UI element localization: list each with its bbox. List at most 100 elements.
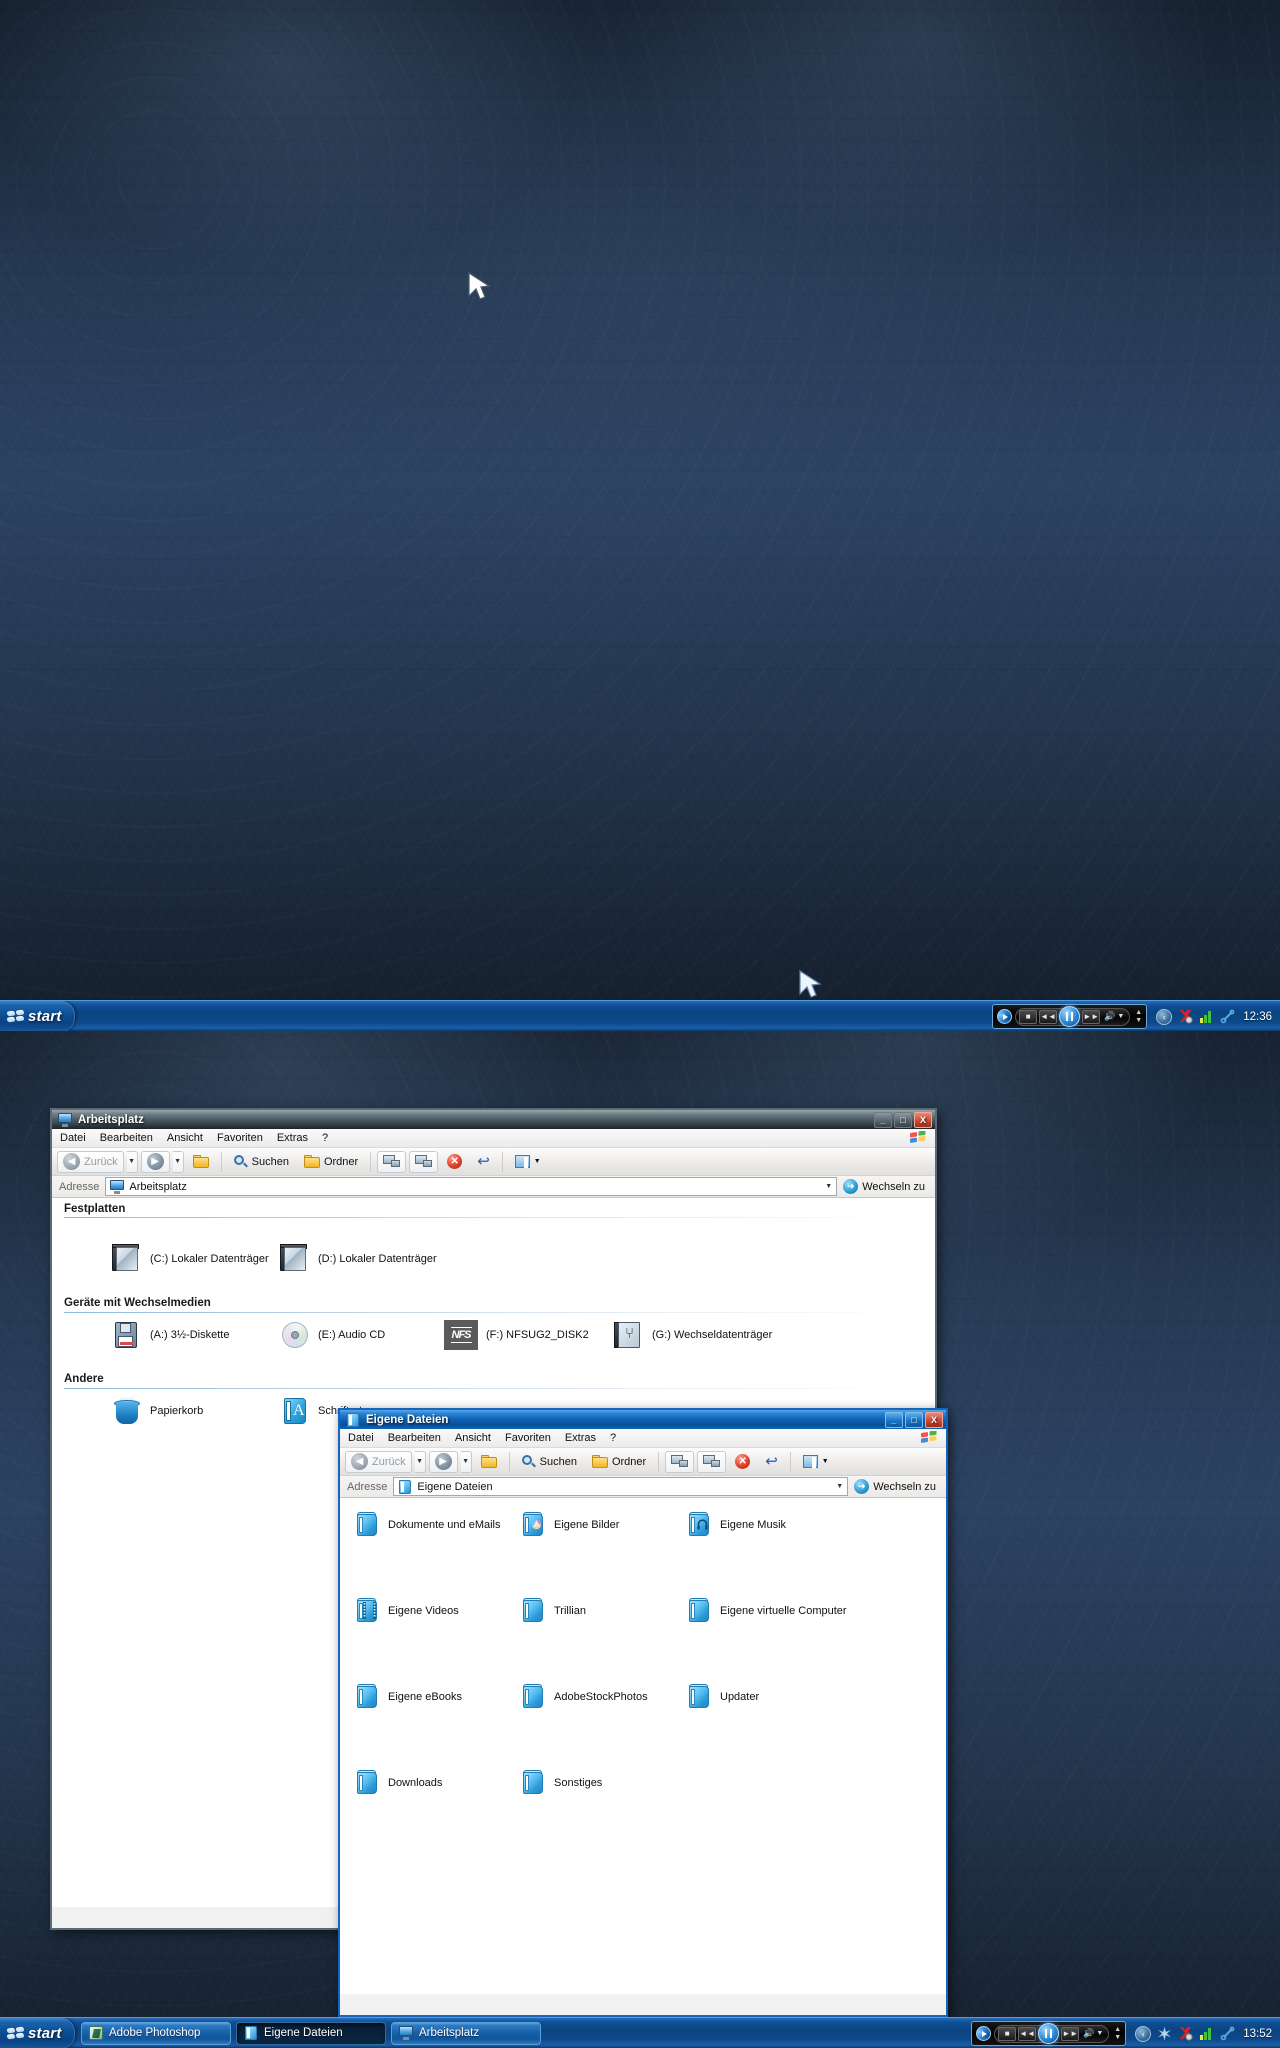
folder-item-eigene-videos[interactable]: Eigene Videos (354, 1598, 459, 1624)
titlebar-arbeitsplatz[interactable]: Arbeitsplatz _ □ X (52, 1108, 935, 1129)
maximize-button-arbeitsplatz[interactable]: □ (894, 1111, 912, 1128)
taskbar-top[interactable]: start ■ ◄◄ ►► 🔊 ▼ ▲ ▼ ‹ 12:36 (0, 1000, 1280, 1031)
wmp-toolbar-bottom[interactable]: ■ ◄◄ ►► 🔊 ▼ ▲ ▼ (971, 2021, 1127, 2046)
up-button-arbeitsplatz[interactable] (187, 1151, 215, 1173)
address-dropdown-chevron-icon[interactable]: ▼ (825, 1183, 832, 1190)
menubar-arbeitsplatz[interactable]: Datei Bearbeiten Ansicht Favoriten Extra… (52, 1129, 935, 1148)
show-hidden-icons-button-top[interactable]: ‹ (1156, 1008, 1173, 1025)
back-button-arbeitsplatz[interactable]: ◀ Zurück (57, 1150, 124, 1173)
minimize-button-arbeitsplatz[interactable]: _ (874, 1111, 892, 1128)
folder-item-updater[interactable]: Updater (686, 1684, 759, 1710)
start-button-top[interactable]: start (0, 1001, 75, 1031)
transport-controls-bottom[interactable]: ■ ◄◄ ►► 🔊 ▼ (994, 2023, 1110, 2044)
network-activity-icon-bottom[interactable] (1199, 2026, 1214, 2041)
antivirus-icon-bottom[interactable] (1178, 2026, 1193, 2041)
next-button-bottom[interactable]: ►► (1061, 2026, 1080, 2041)
window-controls-arbeitsplatz[interactable]: _ □ X (874, 1111, 935, 1128)
folder-item-trillian[interactable]: Trillian (520, 1598, 586, 1624)
taskbar-bottom[interactable]: start Adobe Photoshop Eigene Dateien Arb… (0, 2017, 1280, 2048)
menu-item-ansicht[interactable]: Ansicht (167, 1132, 203, 1144)
item-papierkorb[interactable]: Papierkorb (112, 1396, 203, 1426)
volume-control-bottom[interactable]: 🔊 ▼ (1081, 2028, 1105, 2039)
menu-item-datei[interactable]: Datei (60, 1132, 86, 1144)
pause-button-top[interactable] (1059, 1006, 1081, 1027)
drive-item-a[interactable]: (A:) 3½-Diskette (112, 1320, 229, 1350)
forward-history-dropdown-arbeitsplatz[interactable]: ▼ (172, 1150, 184, 1173)
search-button-arbeitsplatz[interactable]: Suchen (228, 1151, 295, 1173)
toolbar-arbeitsplatz[interactable]: ◀ Zurück ▼ ▶ ▼ Suchen Ordner ✕ ↩ ▼ (52, 1148, 935, 1176)
folder-item-sonstiges[interactable]: Sonstiges (520, 1770, 602, 1796)
volume-control-top[interactable]: 🔊 ▼ (1102, 1011, 1126, 1022)
previous-button-bottom[interactable]: ◄◄ (1018, 2026, 1037, 2041)
folder-item-downloads[interactable]: Downloads (354, 1770, 442, 1796)
back-button-eigene-dateien[interactable]: ◀ Zurück (345, 1450, 412, 1473)
back-history-dropdown-arbeitsplatz[interactable]: ▼ (126, 1150, 138, 1173)
forward-history-dropdown-eigene-dateien[interactable]: ▼ (460, 1450, 472, 1473)
folder-item-eigene-bilder[interactable]: Eigene Bilder (520, 1512, 619, 1538)
up-button-eigene-dateien[interactable] (475, 1451, 503, 1473)
folders-button-eigene-dateien[interactable]: Ordner (586, 1451, 652, 1473)
content-eigene-dateien[interactable]: Dokumente und eMails Eigene Bilder Eigen… (340, 1498, 946, 1994)
folder-item-eigene-ebooks[interactable]: Eigene eBooks (354, 1684, 462, 1710)
network-activity-icon-top[interactable] (1199, 1009, 1214, 1024)
task-strip-bottom[interactable]: Adobe Photoshop Eigene Dateien Arbeitspl… (75, 2018, 968, 2048)
menu-item-favoriten[interactable]: Favoriten (217, 1132, 263, 1144)
folder-item-adobestockphotos[interactable]: AdobeStockPhotos (520, 1684, 648, 1710)
drive-item-e[interactable]: (E:) Audio CD (280, 1320, 385, 1350)
taskbar-button-arbeitsplatz[interactable]: Arbeitsplatz (391, 2021, 541, 2045)
clock-top[interactable]: 12:36 (1241, 1011, 1272, 1023)
folder-item-eigene-musik[interactable]: Eigene Musik (686, 1512, 786, 1538)
next-button-top[interactable]: ►► (1082, 1009, 1101, 1024)
titlebar-eigene-dateien[interactable]: Eigene Dateien _ □ X (340, 1408, 946, 1429)
menu-item-ansicht[interactable]: Ansicht (455, 1432, 491, 1444)
show-hidden-icons-button-bottom[interactable]: ‹ (1135, 2025, 1152, 2042)
system-tray-bottom[interactable]: ‹ 13:52 (1129, 2018, 1280, 2048)
address-input-arbeitsplatz[interactable]: Arbeitsplatz ▼ (105, 1177, 838, 1196)
menubar-eigene-dateien[interactable]: Datei Bearbeiten Ansicht Favoriten Extra… (340, 1429, 946, 1448)
toolbar-eigene-dateien[interactable]: ◀ Zurück ▼ ▶ ▼ Suchen Ordner ✕ ↩ ▼ (340, 1448, 946, 1476)
bluetooth-icon-bottom[interactable] (1220, 2026, 1235, 2041)
close-button-arbeitsplatz[interactable]: X (914, 1111, 932, 1128)
disconnect-network-drive-button-arbeitsplatz[interactable] (409, 1150, 439, 1173)
drive-item-c[interactable]: (C:) Lokaler Datenträger (112, 1244, 269, 1274)
menu-item-extras[interactable]: Extras (277, 1132, 308, 1144)
address-input-eigene-dateien[interactable]: Eigene Dateien ▼ (393, 1477, 849, 1496)
stop-button-top[interactable]: ■ (1019, 1009, 1038, 1024)
delete-button-arbeitsplatz[interactable]: ✕ (441, 1151, 468, 1173)
disconnect-network-drive-button-eigene-dateien[interactable] (697, 1450, 727, 1473)
addressbar-eigene-dateien[interactable]: Adresse Eigene Dateien ▼ ➜ Wechseln zu (340, 1476, 946, 1498)
previous-button-top[interactable]: ◄◄ (1039, 1009, 1058, 1024)
addressbar-arbeitsplatz[interactable]: Adresse Arbeitsplatz ▼ ➜ Wechseln zu (52, 1176, 935, 1198)
deskband-resize-handles-bottom[interactable]: ▲ ▼ (1112, 2026, 1121, 2041)
antivirus-icon-top[interactable] (1178, 1009, 1193, 1024)
views-button-eigene-dateien[interactable]: ▼ (797, 1451, 835, 1473)
bluetooth-icon-top[interactable] (1220, 1009, 1235, 1024)
transport-controls-top[interactable]: ■ ◄◄ ►► 🔊 ▼ (1015, 1006, 1131, 1027)
wmp-toolbar-top[interactable]: ■ ◄◄ ►► 🔊 ▼ ▲ ▼ (992, 1004, 1148, 1029)
menu-item-help[interactable]: ? (322, 1132, 328, 1144)
taskbar-button-adobe-photoshop[interactable]: Adobe Photoshop (81, 2021, 231, 2045)
menu-item-favoriten[interactable]: Favoriten (505, 1432, 551, 1444)
forward-button-arbeitsplatz[interactable]: ▶ (140, 1150, 170, 1173)
deskband-resize-handles-top[interactable]: ▲ ▼ (1133, 1009, 1142, 1024)
close-button-eigene-dateien[interactable]: X (925, 1411, 943, 1428)
maximize-button-eigene-dateien[interactable]: □ (905, 1411, 923, 1428)
clock-bottom[interactable]: 13:52 (1241, 2028, 1272, 2040)
map-network-drive-button-arbeitsplatz[interactable] (377, 1150, 407, 1173)
system-tray-top[interactable]: ‹ 12:36 (1150, 1001, 1280, 1031)
menu-item-datei[interactable]: Datei (348, 1432, 374, 1444)
folder-item-dokumente[interactable]: Dokumente und eMails (354, 1512, 501, 1538)
search-button-eigene-dateien[interactable]: Suchen (516, 1451, 583, 1473)
menu-item-bearbeiten[interactable]: Bearbeiten (100, 1132, 153, 1144)
folders-button-arbeitsplatz[interactable]: Ordner (298, 1151, 364, 1173)
forward-button-eigene-dateien[interactable]: ▶ (428, 1450, 458, 1473)
back-history-dropdown-eigene-dateien[interactable]: ▼ (414, 1450, 426, 1473)
undo-button-eigene-dateien[interactable]: ↩ (759, 1451, 784, 1473)
start-button-bottom[interactable]: start (0, 2018, 75, 2048)
menu-item-bearbeiten[interactable]: Bearbeiten (388, 1432, 441, 1444)
star-icon-bottom[interactable] (1157, 2026, 1172, 2041)
menu-item-help[interactable]: ? (610, 1432, 616, 1444)
drive-item-g[interactable]: ⑂ (G:) Wechseldatenträger (614, 1320, 772, 1350)
views-button-arbeitsplatz[interactable]: ▼ (509, 1151, 547, 1173)
go-button-arbeitsplatz[interactable]: ➜ Wechseln zu (843, 1179, 931, 1194)
